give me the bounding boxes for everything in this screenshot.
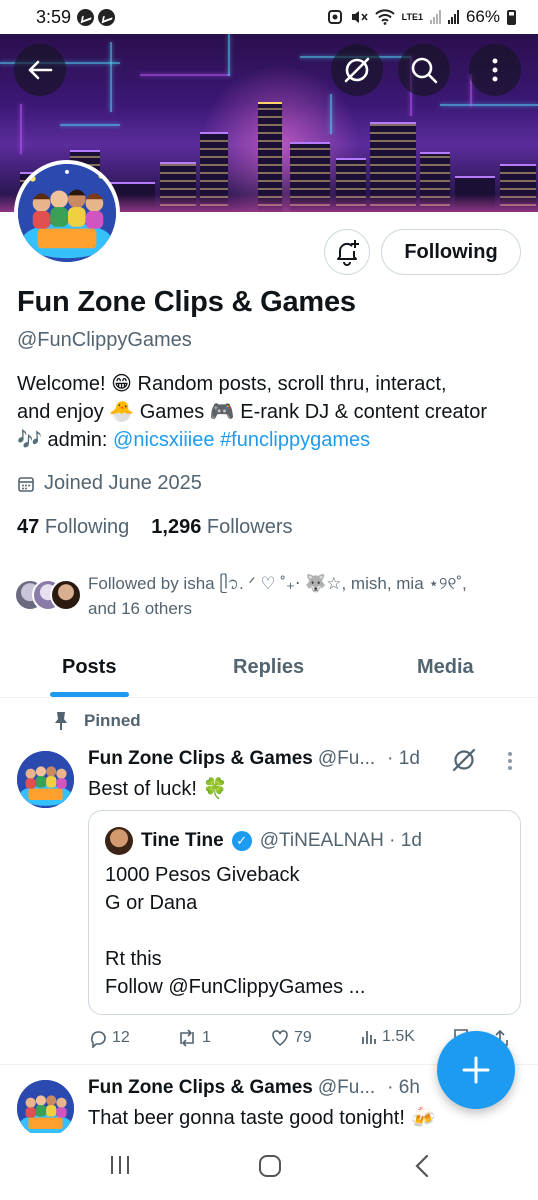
compose-post-button[interactable] [437, 1031, 515, 1109]
back-button[interactable] [14, 44, 66, 96]
joined-date: Joined June 2025 [17, 472, 202, 495]
repost-icon [180, 1029, 194, 1047]
grok-button[interactable] [331, 44, 383, 96]
messenger-icon [77, 8, 95, 26]
post-author[interactable]: Fun Zone Clips & Games [88, 748, 313, 770]
post-more-icon[interactable] [507, 751, 513, 771]
quote-avatar [105, 827, 133, 855]
following-label: Following [44, 516, 130, 538]
back-nav-icon[interactable] [410, 1153, 434, 1179]
tab-replies[interactable]: Replies [233, 656, 304, 679]
quote-author: Tine Tine [141, 830, 224, 851]
profile-bio: Welcome! 😁 Random posts, scroll thru, in… [17, 370, 527, 454]
messenger-icon [98, 8, 116, 26]
plus-icon [462, 1056, 490, 1084]
reply-button[interactable]: 12 [88, 1028, 130, 1048]
quote-line: G or Dana [105, 892, 198, 914]
bio-line: and enjoy 🐣 Games 🎮 E-rank DJ & content … [17, 401, 487, 423]
post-author[interactable]: Fun Zone Clips & Games [88, 1077, 313, 1099]
avatar-illustration [17, 1080, 74, 1137]
tab-posts[interactable]: Posts [62, 656, 116, 679]
followers-count-link[interactable]: 1,296 Followers [151, 516, 292, 539]
signal-icon [429, 10, 441, 24]
views-icon [362, 1031, 376, 1044]
battery-percent: 66% [465, 7, 500, 26]
bio-hashtag-link[interactable]: #funclippygames [220, 429, 370, 451]
bell-plus-icon [337, 240, 359, 266]
followers-count: 1,296 [151, 516, 202, 538]
verified-badge-icon: ✓ [231, 831, 252, 851]
reply-icon [91, 1031, 106, 1048]
joined-text: Joined June 2025 [44, 472, 202, 494]
post-time: · 6h [387, 1077, 420, 1098]
notification-icon [327, 10, 342, 24]
post-avatar[interactable] [17, 751, 74, 808]
battery-icon [507, 9, 516, 25]
quoted-post[interactable]: Tine Tine ✓ @TiNEALNAH · 1d 1000 Pesos G… [88, 810, 521, 1015]
profile-name: Fun Zone Clips & Games [17, 286, 356, 318]
post-header: Fun Zone Clips & Games @Fu... · 1d [88, 748, 420, 770]
status-bar: 3:59 LTE1 66% [0, 0, 538, 34]
mute-icon [351, 11, 368, 23]
repost-button[interactable]: 1 [176, 1028, 211, 1048]
followed-by-avatars [14, 571, 84, 611]
post-time: · 1d [387, 748, 420, 769]
bio-line: Welcome! 😁 Random posts, scroll thru, in… [17, 373, 447, 395]
pinned-label: Pinned [52, 711, 141, 731]
following-count: 47 [17, 516, 40, 538]
post-text: That beer gonna taste good tonight! 🍻 [88, 1107, 436, 1129]
avatar-illustration [17, 751, 74, 808]
tab-media[interactable]: Media [417, 656, 474, 679]
avatar-illustration [18, 164, 116, 262]
home-icon[interactable] [257, 1153, 283, 1179]
wifi-icon [374, 9, 395, 25]
followed-by-text: Followed by isha ᥫ᭡. ᐟ ♡ ˚₊‧ 🐺☆, mish, m… [88, 574, 467, 593]
post-handle[interactable]: @Fu... [318, 748, 375, 770]
notify-button[interactable] [324, 229, 370, 275]
profile-avatar[interactable] [14, 160, 120, 266]
bio-mention-link[interactable]: @nicsxiiiee [113, 429, 214, 451]
profile-handle: @FunClippyGames [17, 329, 192, 351]
followers-label: Followers [206, 516, 293, 538]
post-handle[interactable]: @Fu... [318, 1077, 375, 1099]
arrow-left-icon [28, 60, 53, 80]
quote-line: 1000 Pesos Giveback [105, 864, 300, 886]
search-icon [411, 57, 438, 84]
following-button[interactable]: Following [381, 229, 521, 275]
bio-admin: 🎶 admin: [17, 429, 114, 451]
post-header: Fun Zone Clips & Games @Fu... · 6h [88, 1077, 420, 1099]
followed-by-others: and 16 others [88, 599, 192, 618]
slashed-circle-icon [344, 57, 370, 83]
quote-text: 1000 Pesos Giveback G or Dana Rt this Fo… [105, 861, 365, 1001]
profile-tabs: Posts Replies Media [0, 640, 538, 698]
signal-icon [447, 10, 459, 24]
tab-indicator [50, 692, 129, 697]
followed-by[interactable]: Followed by isha ᥫ᭡. ᐟ ♡ ˚₊‧ 🐺☆, mish, m… [14, 571, 524, 621]
more-vertical-icon [492, 58, 498, 82]
follow-counts: 47 Following 1,296 Followers [17, 516, 293, 539]
like-button[interactable]: 79 [270, 1028, 312, 1048]
pin-icon [55, 712, 67, 730]
quote-line: Follow @FunClippyGames ... [105, 976, 366, 998]
more-button[interactable] [469, 44, 521, 96]
views-button[interactable]: 1.5K [360, 1028, 415, 1046]
recent-apps-icon[interactable] [108, 1153, 132, 1177]
slashed-circle-icon[interactable] [451, 747, 477, 773]
avatar [50, 579, 82, 611]
post-avatar[interactable] [17, 1080, 74, 1137]
lte-label: LTE1 [401, 11, 423, 22]
post-text: Best of luck! 🍀 [88, 778, 228, 800]
heart-icon [272, 1030, 288, 1046]
following-count-link[interactable]: 47 Following [17, 516, 129, 539]
calendar-icon [18, 476, 34, 492]
status-time: 3:59 [36, 6, 72, 27]
bio-line: 🎶 admin: @nicsxiiiee #funclippygames [17, 426, 527, 454]
quote-line: Rt this [105, 948, 162, 970]
quote-handle: @TiNEALNAH · 1d [259, 830, 422, 851]
system-nav-bar [0, 1133, 538, 1200]
search-button[interactable] [398, 44, 450, 96]
